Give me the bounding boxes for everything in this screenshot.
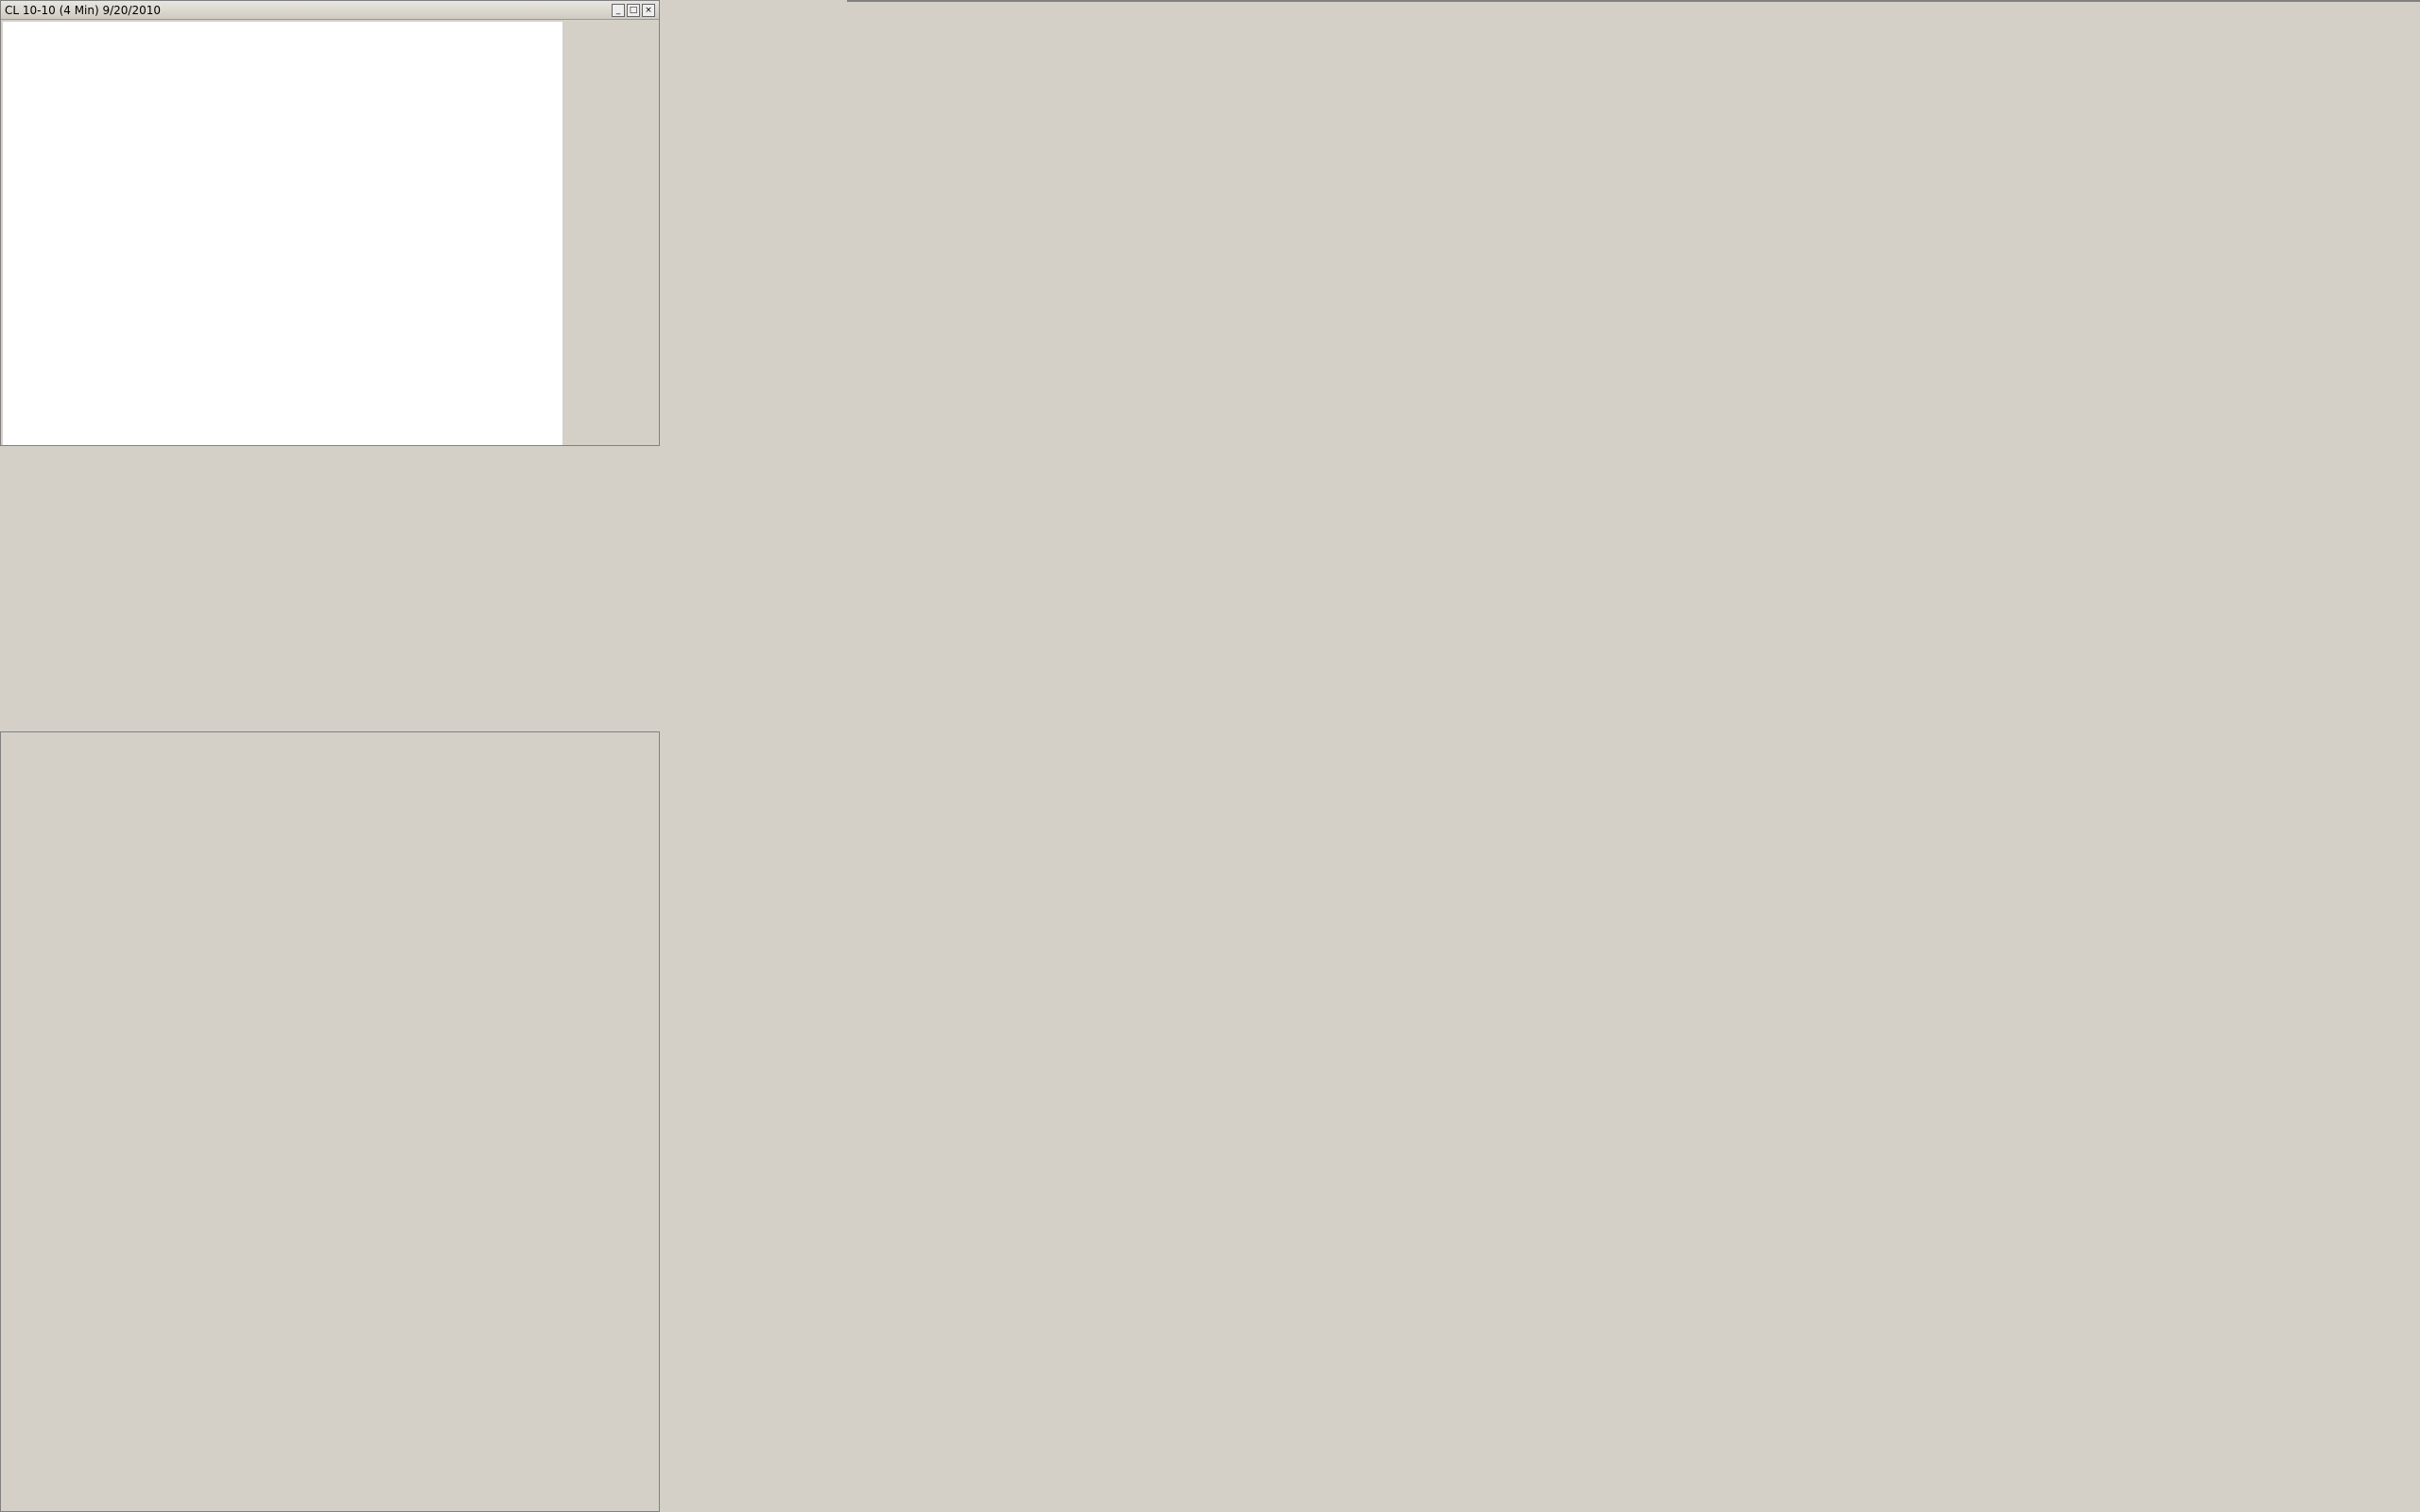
close-icon[interactable]: × xyxy=(642,3,655,17)
chart-trader-panel xyxy=(564,22,659,445)
chart-window-cl-4min[interactable]: CL 10-10 (4 Min) 9/20/2010 _ □ × xyxy=(0,0,660,446)
fdax-4min-window[interactable] xyxy=(847,0,849,2)
minimize-icon[interactable]: _ xyxy=(612,3,625,17)
window-title: CL 10-10 (4 Min) 9/20/2010 xyxy=(5,3,162,17)
cl-8min-window[interactable] xyxy=(0,731,660,1512)
chart-window-fdax-4min[interactable] xyxy=(847,0,2420,2)
title-bar[interactable]: CL 10-10 (4 Min) 9/20/2010 _ □ × xyxy=(1,1,659,20)
maximize-icon[interactable]: □ xyxy=(627,3,640,17)
price-chart[interactable] xyxy=(3,22,562,445)
